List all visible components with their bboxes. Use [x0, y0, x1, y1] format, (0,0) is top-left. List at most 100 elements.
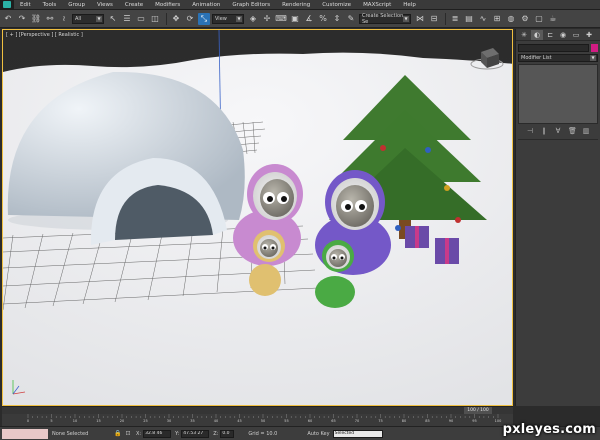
key-filter-select[interactable]: Selected: [332, 429, 383, 438]
schematic-view-icon[interactable]: ⊞: [491, 13, 503, 25]
utilities-tab-icon[interactable]: ✚: [583, 30, 595, 40]
track-bar[interactable]: 0 5 10 15 20 25 30 35 40 45 50 55 60 65 70 75 80 85 90 95 10…: [2, 414, 513, 426]
rendered-frame-window-icon[interactable]: ▢: [533, 13, 545, 25]
selection-filter-select[interactable]: All ▼: [72, 13, 104, 24]
app-logo-icon[interactable]: [0, 0, 14, 10]
menu-edit[interactable]: Edit: [14, 0, 37, 10]
time-slider[interactable]: 100 / 100: [2, 406, 513, 414]
named-selection-set-select[interactable]: Create Selection Se ▼: [359, 13, 411, 25]
z-coordinate-field[interactable]: 0.0: [220, 429, 235, 438]
bind-spacewarp-icon[interactable]: ≀: [58, 13, 70, 25]
main-toolbar: ↶ ↷ ⛓ ⚯ ≀ All ▼ ↖ ☰ ▭ ◫ ✥ ⟳ ⤡ View ▼ ◈ ✢…: [0, 10, 600, 28]
pupil: [263, 246, 267, 250]
graphite-tools-icon[interactable]: ▤: [463, 13, 475, 25]
motion-tab-icon[interactable]: ◉: [557, 30, 569, 40]
menu-graph-editors[interactable]: Graph Editors: [226, 0, 276, 10]
remove-modifier-icon[interactable]: 🗑: [568, 127, 577, 135]
command-panel-tabs: ✳ ◐ ⊏ ◉ ▭ ✚: [516, 29, 600, 41]
ruler-tick-label: 75: [378, 419, 382, 422]
configure-modifier-sets-icon[interactable]: ▥: [582, 127, 590, 135]
undo-icon[interactable]: ↶: [2, 13, 14, 25]
chevron-down-icon: ▼: [403, 15, 409, 22]
viewport-label[interactable]: [ + ] [Perspective ] [ Realistic ]: [6, 32, 83, 38]
absolute-mode-icon[interactable]: ⊡: [124, 430, 132, 438]
ruler-tick-label: 70: [355, 419, 359, 422]
ruler-tick-label: 50: [261, 419, 265, 422]
time-slider-thumb[interactable]: 100 / 100: [464, 407, 492, 414]
menu-customize[interactable]: Customize: [316, 0, 357, 10]
spinner-snap-icon[interactable]: ⇕: [331, 13, 343, 25]
object-name-field[interactable]: [518, 44, 589, 52]
rotate-icon[interactable]: ⟳: [184, 13, 196, 25]
select-by-name-icon[interactable]: ☰: [121, 13, 133, 25]
select-object-icon[interactable]: ↖: [107, 13, 119, 25]
create-tab-icon[interactable]: ✳: [518, 30, 530, 40]
pupil: [267, 196, 273, 202]
keyboard-shortcut-override-icon[interactable]: ⌨: [275, 13, 287, 25]
unlink-icon[interactable]: ⚯: [44, 13, 56, 25]
toolbar-divider: [166, 12, 167, 25]
x-label: X:: [136, 430, 142, 437]
make-unique-icon[interactable]: ∀: [554, 127, 562, 135]
reference-coordinate-value: View: [215, 15, 227, 22]
curve-editor-icon[interactable]: ∿: [477, 13, 489, 25]
pivot-center-icon[interactable]: ◈: [247, 13, 259, 25]
ruler-tick-label: 100: [495, 419, 502, 422]
lock-icon[interactable]: 🔒: [114, 430, 122, 438]
material-editor-icon[interactable]: ◍: [505, 13, 517, 25]
modifier-stack[interactable]: [518, 64, 598, 124]
mirror-icon[interactable]: ⋈: [414, 13, 426, 25]
move-icon[interactable]: ✥: [170, 13, 182, 25]
y-label: Y:: [175, 430, 180, 437]
snaps-toggle-icon[interactable]: ▣: [289, 13, 301, 25]
object-color-swatch[interactable]: [591, 44, 598, 52]
window-crossing-icon[interactable]: ◫: [149, 13, 161, 25]
present-ribbon: [445, 238, 449, 264]
menu-views[interactable]: Views: [91, 0, 119, 10]
pupil: [345, 204, 351, 210]
auto-key-button[interactable]: Auto Key: [307, 431, 329, 437]
scale-icon[interactable]: ⤡: [198, 12, 210, 25]
select-manipulate-icon[interactable]: ✢: [261, 13, 273, 25]
ruler-tick-label: 40: [214, 419, 218, 422]
show-end-result-icon[interactable]: ∥: [540, 127, 548, 135]
pupil: [281, 196, 287, 202]
chevron-down-icon: ▼: [590, 55, 596, 61]
menu-animation[interactable]: Animation: [186, 0, 226, 10]
menu-help[interactable]: Help: [397, 0, 422, 10]
link-icon[interactable]: ⛓: [30, 13, 42, 25]
align-icon[interactable]: ⊟: [428, 13, 440, 25]
maxscript-listener-box[interactable]: [2, 428, 48, 439]
edit-named-selection-icon[interactable]: ✎: [345, 13, 357, 25]
modifier-list-select[interactable]: Modifier List ▼: [518, 54, 598, 62]
ruler-tick-label: 20: [120, 419, 124, 422]
menu-modifiers[interactable]: Modifiers: [149, 0, 186, 10]
hierarchy-tab-icon[interactable]: ⊏: [544, 30, 556, 40]
display-tab-icon[interactable]: ▭: [570, 30, 582, 40]
percent-snap-icon[interactable]: %: [317, 13, 329, 25]
render-setup-icon[interactable]: ⚙: [519, 13, 531, 25]
menu-group[interactable]: Group: [62, 0, 91, 10]
x-coordinate-field[interactable]: 32.8 46: [143, 429, 172, 438]
rect-selection-icon[interactable]: ▭: [135, 13, 147, 25]
menu-tools[interactable]: Tools: [37, 0, 63, 10]
perspective-viewport[interactable]: [ + ] [Perspective ] [ Realistic ]: [2, 29, 513, 406]
ruler-tick-label: 45: [237, 419, 241, 422]
render-production-icon[interactable]: ☕: [547, 13, 559, 25]
pin-stack-icon[interactable]: ⊣: [526, 127, 534, 135]
ruler-tick-label: 55: [284, 419, 288, 422]
reference-coordinate-select[interactable]: View ▼: [212, 13, 244, 24]
ruler-tick-label: 95: [472, 419, 476, 422]
menu-maxscript[interactable]: MAXScript: [357, 0, 397, 10]
menu-create[interactable]: Create: [119, 0, 149, 10]
angle-snap-icon[interactable]: ∡: [303, 13, 315, 25]
ornament: [444, 185, 450, 191]
panel-divider: [518, 139, 598, 140]
redo-icon[interactable]: ↷: [16, 13, 28, 25]
y-coordinate-field[interactable]: 47.53 27: [181, 429, 210, 438]
modify-tab-icon[interactable]: ◐: [531, 29, 543, 40]
ruler-tick-label: 35: [190, 419, 194, 422]
menu-rendering[interactable]: Rendering: [276, 0, 316, 10]
chevron-down-icon: ▼: [236, 15, 242, 22]
layer-manager-icon[interactable]: ≣: [449, 13, 461, 25]
